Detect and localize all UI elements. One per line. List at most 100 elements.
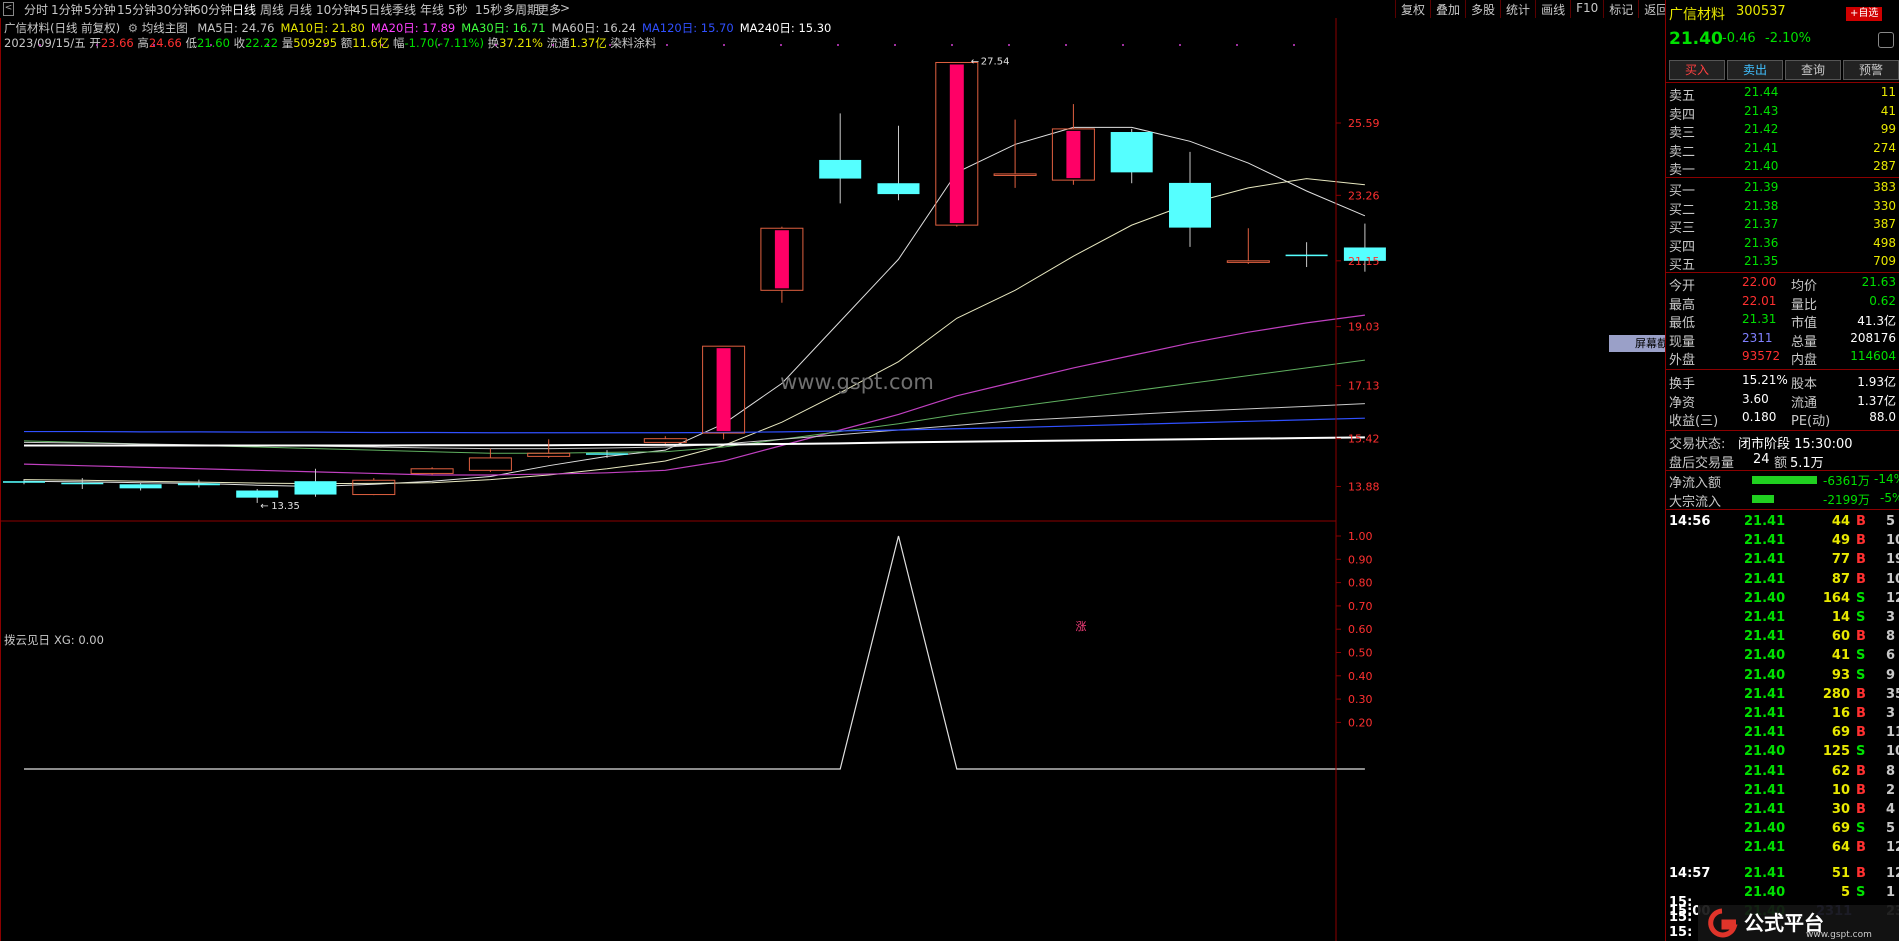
tick-count: 12	[1886, 840, 1899, 856]
stat-label-2: 股本	[1791, 377, 1818, 392]
tool-button-2[interactable]: 多股	[1465, 0, 1500, 18]
more-chevron-icon[interactable]: >	[560, 1, 570, 15]
bid-row[interactable]: 买三 21.37 387	[1666, 216, 1899, 237]
grid-dot	[837, 44, 839, 46]
candle[interactable]	[643, 436, 687, 444]
bid-label: 买五	[1669, 258, 1696, 274]
min-arrow: ←	[260, 501, 268, 512]
candle[interactable]	[702, 345, 746, 440]
candle[interactable]	[586, 450, 628, 458]
grid-dot	[381, 44, 383, 46]
tab-timeframe-5[interactable]: 60分钟	[193, 1, 232, 18]
bid-row[interactable]: 买五 21.35 709	[1666, 253, 1899, 274]
tool-button-5[interactable]: F10	[1570, 0, 1603, 18]
candle-body-down	[119, 484, 162, 489]
sell-button[interactable]: 卖出	[1727, 60, 1783, 80]
bid-row[interactable]: 买二 21.38 330	[1666, 198, 1899, 218]
tick-row[interactable]: 21.41 64 B 12	[1666, 838, 1899, 860]
candle-body-down	[236, 490, 279, 498]
indicator-title[interactable]: 拨云见日 XG: 0.00	[4, 633, 104, 647]
tick-side: S	[1856, 821, 1866, 837]
tab-timeframe-0[interactable]: 分时	[24, 1, 48, 18]
tab-timeframe-7[interactable]: 周线	[260, 1, 284, 18]
ask-row[interactable]: 卖五 21.44 11	[1666, 84, 1899, 104]
kline-chart[interactable]: 25.59 23.26 21.15 19.03 17.13 15.42 13.88 27.54…	[0, 18, 1665, 941]
candle[interactable]	[177, 479, 220, 488]
logo-url: www.gspt.com	[1806, 930, 1872, 940]
candle[interactable]	[877, 125, 920, 201]
candle-body-down	[586, 453, 628, 455]
price-tick-label: 19.03	[1348, 321, 1380, 334]
toolbar-left-arrow-icon[interactable]: <	[3, 2, 14, 16]
candle[interactable]	[1110, 128, 1153, 184]
tab-timeframe-9[interactable]: 10分钟	[316, 1, 355, 18]
tick-count: 10	[1886, 744, 1899, 760]
candle[interactable]	[760, 226, 804, 303]
price-tick-label: 17.13	[1348, 380, 1380, 393]
tab-timeframe-3[interactable]: 15分钟	[117, 1, 156, 18]
candle[interactable]	[993, 119, 1037, 188]
tab-timeframe-2[interactable]: 5分钟	[84, 1, 116, 18]
tool-button-1[interactable]: 叠加	[1430, 0, 1465, 18]
period-toolbar: < 分时 1分钟 5分钟 15分钟 30分钟 60分钟 日线 周线 月线 10分钟 45日线 季线 年线…	[0, 0, 1668, 18]
tick-price: 21.41	[1744, 533, 1786, 549]
candle[interactable]	[1285, 242, 1328, 268]
tab-timeframe-12[interactable]: 年线	[420, 1, 444, 18]
tab-timeframe-11[interactable]: 季线	[392, 1, 416, 18]
ask-row[interactable]: 卖三 21.42 99	[1666, 121, 1899, 141]
bid-label: 买三	[1669, 221, 1696, 237]
bid-row[interactable]: 买一 21.39 383	[1666, 179, 1899, 199]
tick-time: 15:	[1669, 925, 1693, 940]
stat-value-2: 1.37亿	[1857, 393, 1896, 408]
candle[interactable]	[935, 61, 979, 227]
tab-timeframe-15[interactable]: 多周期	[503, 1, 539, 18]
grid-dot	[1065, 44, 1067, 46]
ask-row[interactable]: 卖二 21.41 274	[1666, 140, 1899, 160]
tab-timeframe-16[interactable]: 更多	[537, 1, 561, 18]
ask-row[interactable]: 卖四 21.43 41	[1666, 103, 1899, 123]
candle-body-up	[352, 479, 396, 496]
bid-label: 买二	[1669, 202, 1696, 218]
stat-label-2: 均价	[1791, 279, 1818, 294]
ind-tick-label: 0.40	[1348, 670, 1373, 683]
candle[interactable]	[1051, 104, 1095, 185]
candle[interactable]	[819, 113, 862, 204]
bid-row[interactable]: 买四 21.36 498	[1666, 235, 1899, 255]
tab-timeframe-10[interactable]: 45日线	[353, 1, 392, 18]
bid-label: 买四	[1669, 239, 1696, 255]
candle[interactable]	[352, 478, 396, 496]
tab-timeframe-8[interactable]: 月线	[288, 1, 312, 18]
trade-status-label: 交易状态:	[1669, 437, 1726, 452]
tab-timeframe-4[interactable]: 30分钟	[156, 1, 195, 18]
grid-icon[interactable]	[1878, 32, 1894, 48]
tick-vol: 69	[1831, 821, 1850, 837]
tool-button-3[interactable]: 统计	[1500, 0, 1535, 18]
tool-button-6[interactable]: 标记	[1603, 0, 1638, 18]
tool-button-0[interactable]: 复权	[1395, 0, 1430, 18]
bid-vol: 709	[1873, 254, 1896, 269]
buy-button[interactable]: 买入	[1669, 60, 1725, 80]
candle[interactable]	[410, 467, 454, 475]
ask-row[interactable]: 卖一 21.40 287	[1666, 158, 1899, 178]
query-button[interactable]: 查询	[1785, 60, 1841, 80]
grid-dot	[723, 44, 725, 46]
tab-timeframe-6[interactable]: 日线	[232, 1, 256, 18]
tick-count: 5	[1886, 821, 1896, 837]
candle[interactable]	[1169, 151, 1211, 247]
candle[interactable]	[294, 468, 337, 497]
tick-price: 21.40	[1744, 648, 1786, 664]
ind-tick-label: 0.50	[1348, 647, 1373, 660]
candle[interactable]	[119, 482, 162, 491]
tick-vol: 164	[1822, 590, 1850, 606]
candle[interactable]	[468, 448, 512, 472]
tick-count: 10	[1886, 533, 1899, 549]
stat-value-1: 2311	[1742, 330, 1773, 345]
tick-price: 21.41	[1744, 865, 1786, 881]
tab-timeframe-13[interactable]: 5秒	[448, 1, 468, 18]
tab-timeframe-14[interactable]: 15秒	[475, 1, 502, 18]
tool-button-4[interactable]: 画线	[1535, 0, 1570, 18]
add-watchlist-button[interactable]: +自选	[1846, 7, 1883, 21]
candle[interactable]	[1226, 228, 1270, 264]
alert-button[interactable]: 预警	[1843, 60, 1899, 80]
tab-timeframe-1[interactable]: 1分钟	[51, 1, 83, 18]
